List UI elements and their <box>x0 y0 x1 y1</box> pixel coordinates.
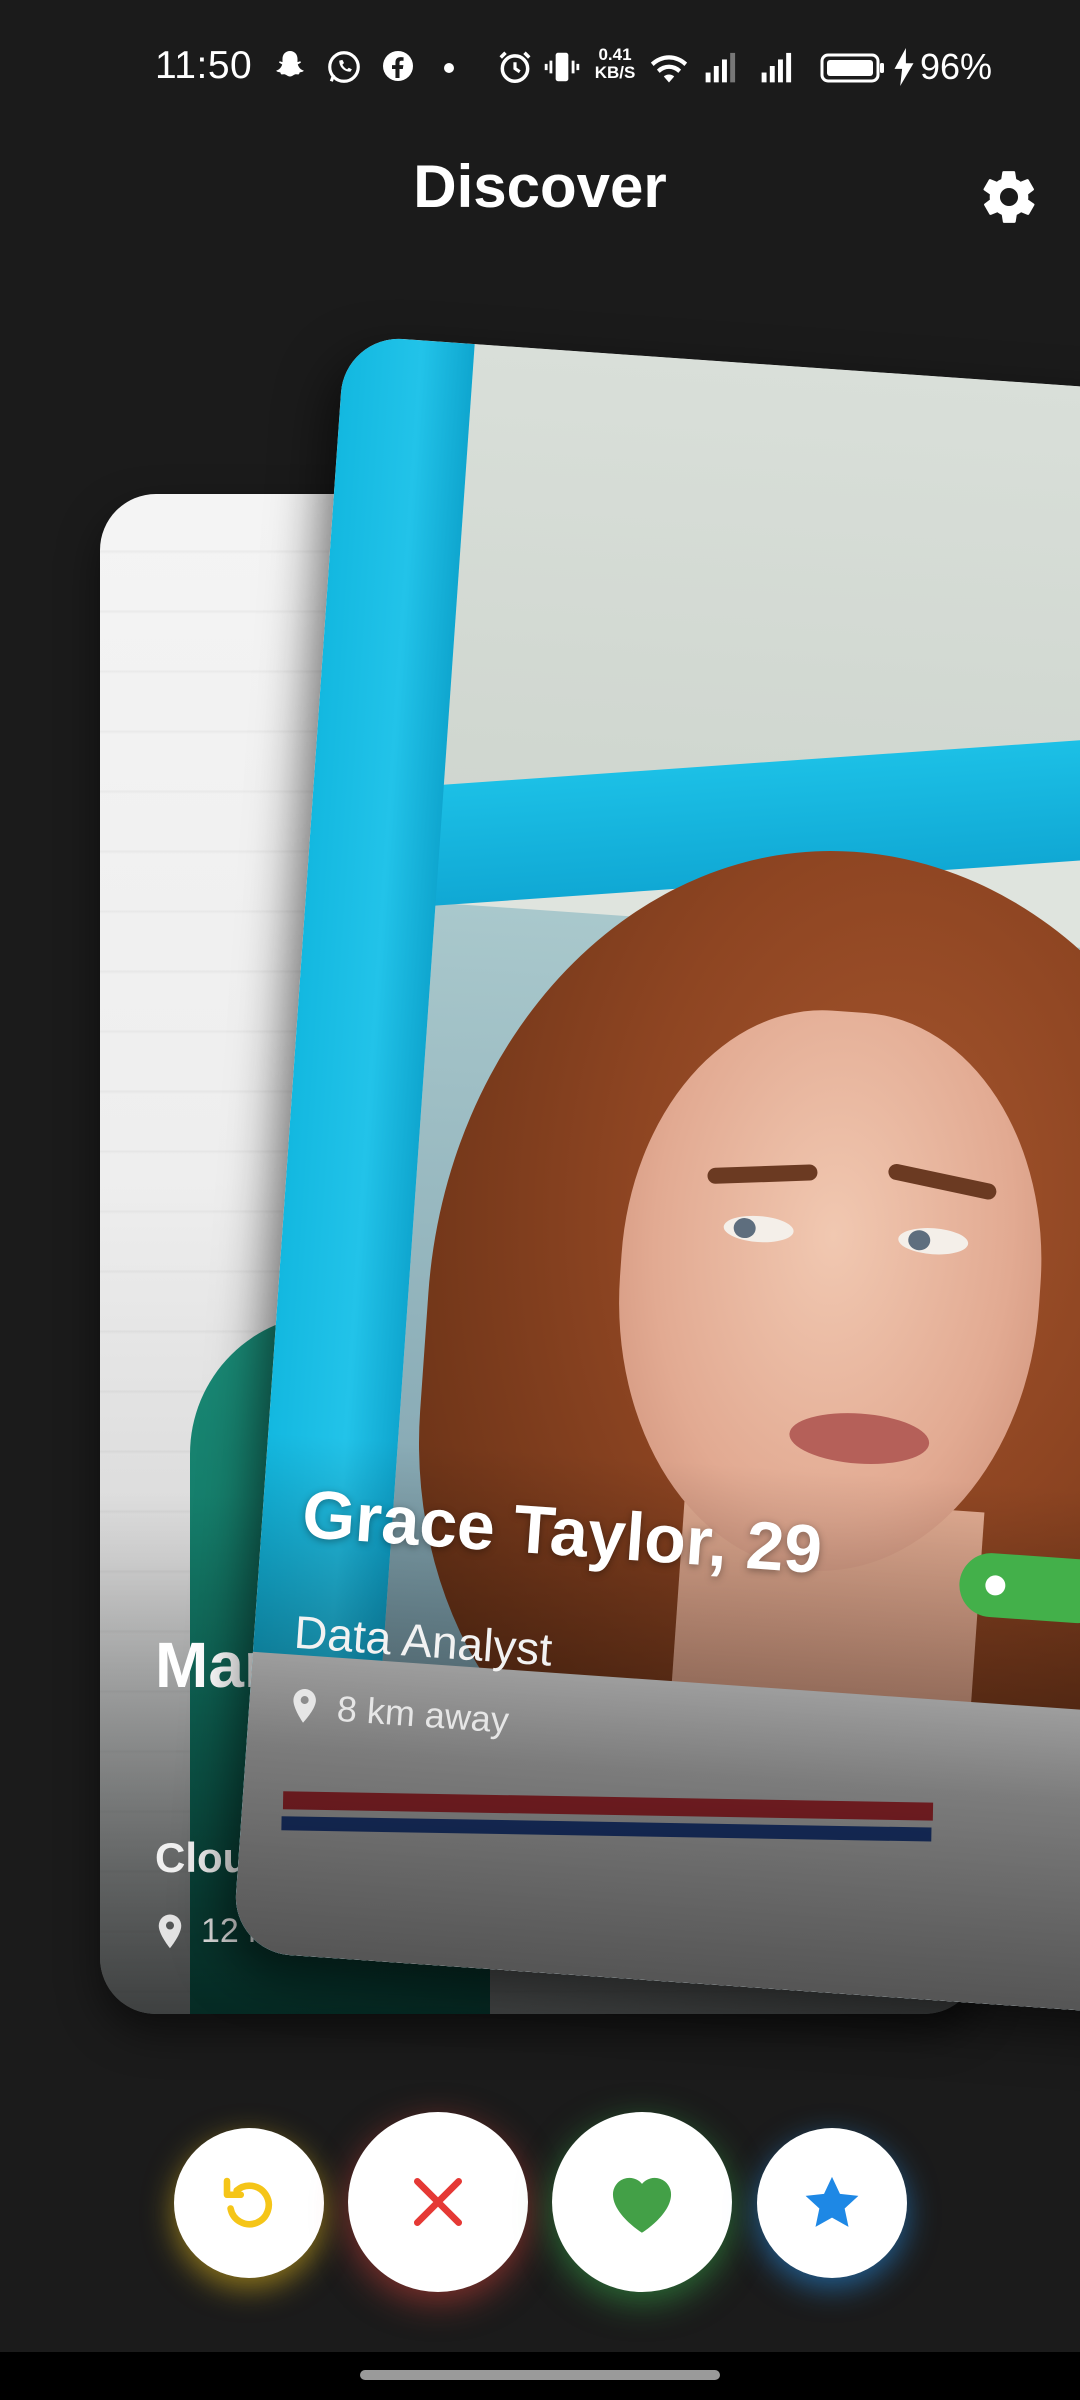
dislike-button[interactable] <box>348 2112 528 2292</box>
signal-icon <box>761 52 792 83</box>
dot-icon <box>444 63 454 73</box>
online-dot-icon <box>984 1574 1007 1597</box>
location-pin-icon <box>158 1914 182 1948</box>
status-bar: 11:50 0.41 KB/S 96% <box>0 0 1080 140</box>
superlike-button[interactable] <box>757 2128 907 2278</box>
settings-button[interactable] <box>970 158 1048 236</box>
signal-icon <box>705 52 736 83</box>
undo-button[interactable] <box>174 2128 324 2278</box>
status-time: 11:50 <box>155 44 253 87</box>
snapchat-icon <box>276 51 304 77</box>
battery-icon <box>820 53 884 83</box>
whatsapp-icon <box>328 51 360 83</box>
charging-icon <box>894 48 914 86</box>
gear-icon <box>983 171 1035 223</box>
page-title: Discover <box>413 153 667 220</box>
wifi-icon <box>650 55 688 83</box>
discover-screen: 11:50 0.41 KB/S 96% Discover Marc Cloud … <box>0 0 1080 2400</box>
alarm-icon <box>499 51 531 83</box>
undo-icon <box>223 2177 273 2228</box>
facebook-icon <box>383 51 413 81</box>
heart-icon <box>612 2177 672 2233</box>
battery-percent: 96% <box>920 46 993 87</box>
star-icon <box>805 2176 859 2227</box>
like-button[interactable] <box>552 2112 732 2292</box>
vibrate-icon <box>544 52 580 82</box>
close-icon <box>413 2177 463 2227</box>
location-pin-icon <box>293 1689 316 1723</box>
profile-card-front[interactable]: Grace Taylor, 29 Data Analyst 8 km away <box>231 335 1080 2021</box>
network-speed: 0.41 KB/S <box>594 45 636 82</box>
home-indicator[interactable] <box>360 2370 720 2380</box>
